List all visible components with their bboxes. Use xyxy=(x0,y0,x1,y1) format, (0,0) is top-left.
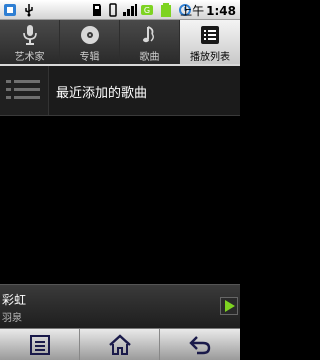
now-playing-bar[interactable]: 彩虹 羽泉 xyxy=(0,284,240,328)
home-icon xyxy=(109,334,131,355)
usb-icon xyxy=(25,4,33,17)
list-item[interactable]: 最近添加的歌曲 xyxy=(0,66,240,116)
tab-playlists[interactable]: 播放列表 xyxy=(180,20,240,64)
battery-icon xyxy=(161,3,171,17)
playlist-thumbnail xyxy=(0,66,49,115)
menu-icon xyxy=(30,335,50,355)
signal-icon xyxy=(123,4,137,16)
play-icon xyxy=(225,300,235,312)
menu-button[interactable] xyxy=(0,329,80,360)
back-button[interactable] xyxy=(160,329,240,360)
play-button[interactable] xyxy=(220,297,238,315)
tab-playlists-label: 播放列表 xyxy=(190,52,230,63)
status-bar: G 上午 1:48 xyxy=(0,0,240,20)
clock-time: 1:48 xyxy=(206,4,236,18)
playlist-icon xyxy=(6,80,40,99)
clock-ampm: 上午 xyxy=(180,4,205,18)
sd-card-icon xyxy=(93,4,101,16)
tab-bar: 艺术家 专辑 歌曲 播放列表 xyxy=(0,20,240,66)
clock: 上午 1:48 xyxy=(180,2,236,19)
now-playing-title: 彩虹 xyxy=(2,293,27,307)
data-icon: G xyxy=(141,5,153,15)
back-icon xyxy=(189,336,211,355)
vibrate-icon xyxy=(109,3,117,17)
disc-icon xyxy=(81,26,99,44)
microphone-icon xyxy=(23,25,37,45)
svg-text:G: G xyxy=(144,6,150,15)
tab-songs[interactable]: 歌曲 xyxy=(120,20,180,64)
app-notification-icon xyxy=(4,4,16,16)
tab-songs-label: 歌曲 xyxy=(139,52,160,63)
now-playing-artist: 羽泉 xyxy=(2,313,22,324)
playlist-name: 最近添加的歌曲 xyxy=(56,86,148,101)
music-note-icon xyxy=(143,26,154,43)
tab-albums-label: 专辑 xyxy=(79,52,100,63)
navigation-bar xyxy=(0,328,240,360)
tab-albums[interactable]: 专辑 xyxy=(60,20,120,64)
tab-artists-label: 艺术家 xyxy=(14,52,45,63)
tab-artists[interactable]: 艺术家 xyxy=(0,20,60,64)
playlist-icon xyxy=(201,26,219,44)
home-button[interactable] xyxy=(80,329,160,360)
